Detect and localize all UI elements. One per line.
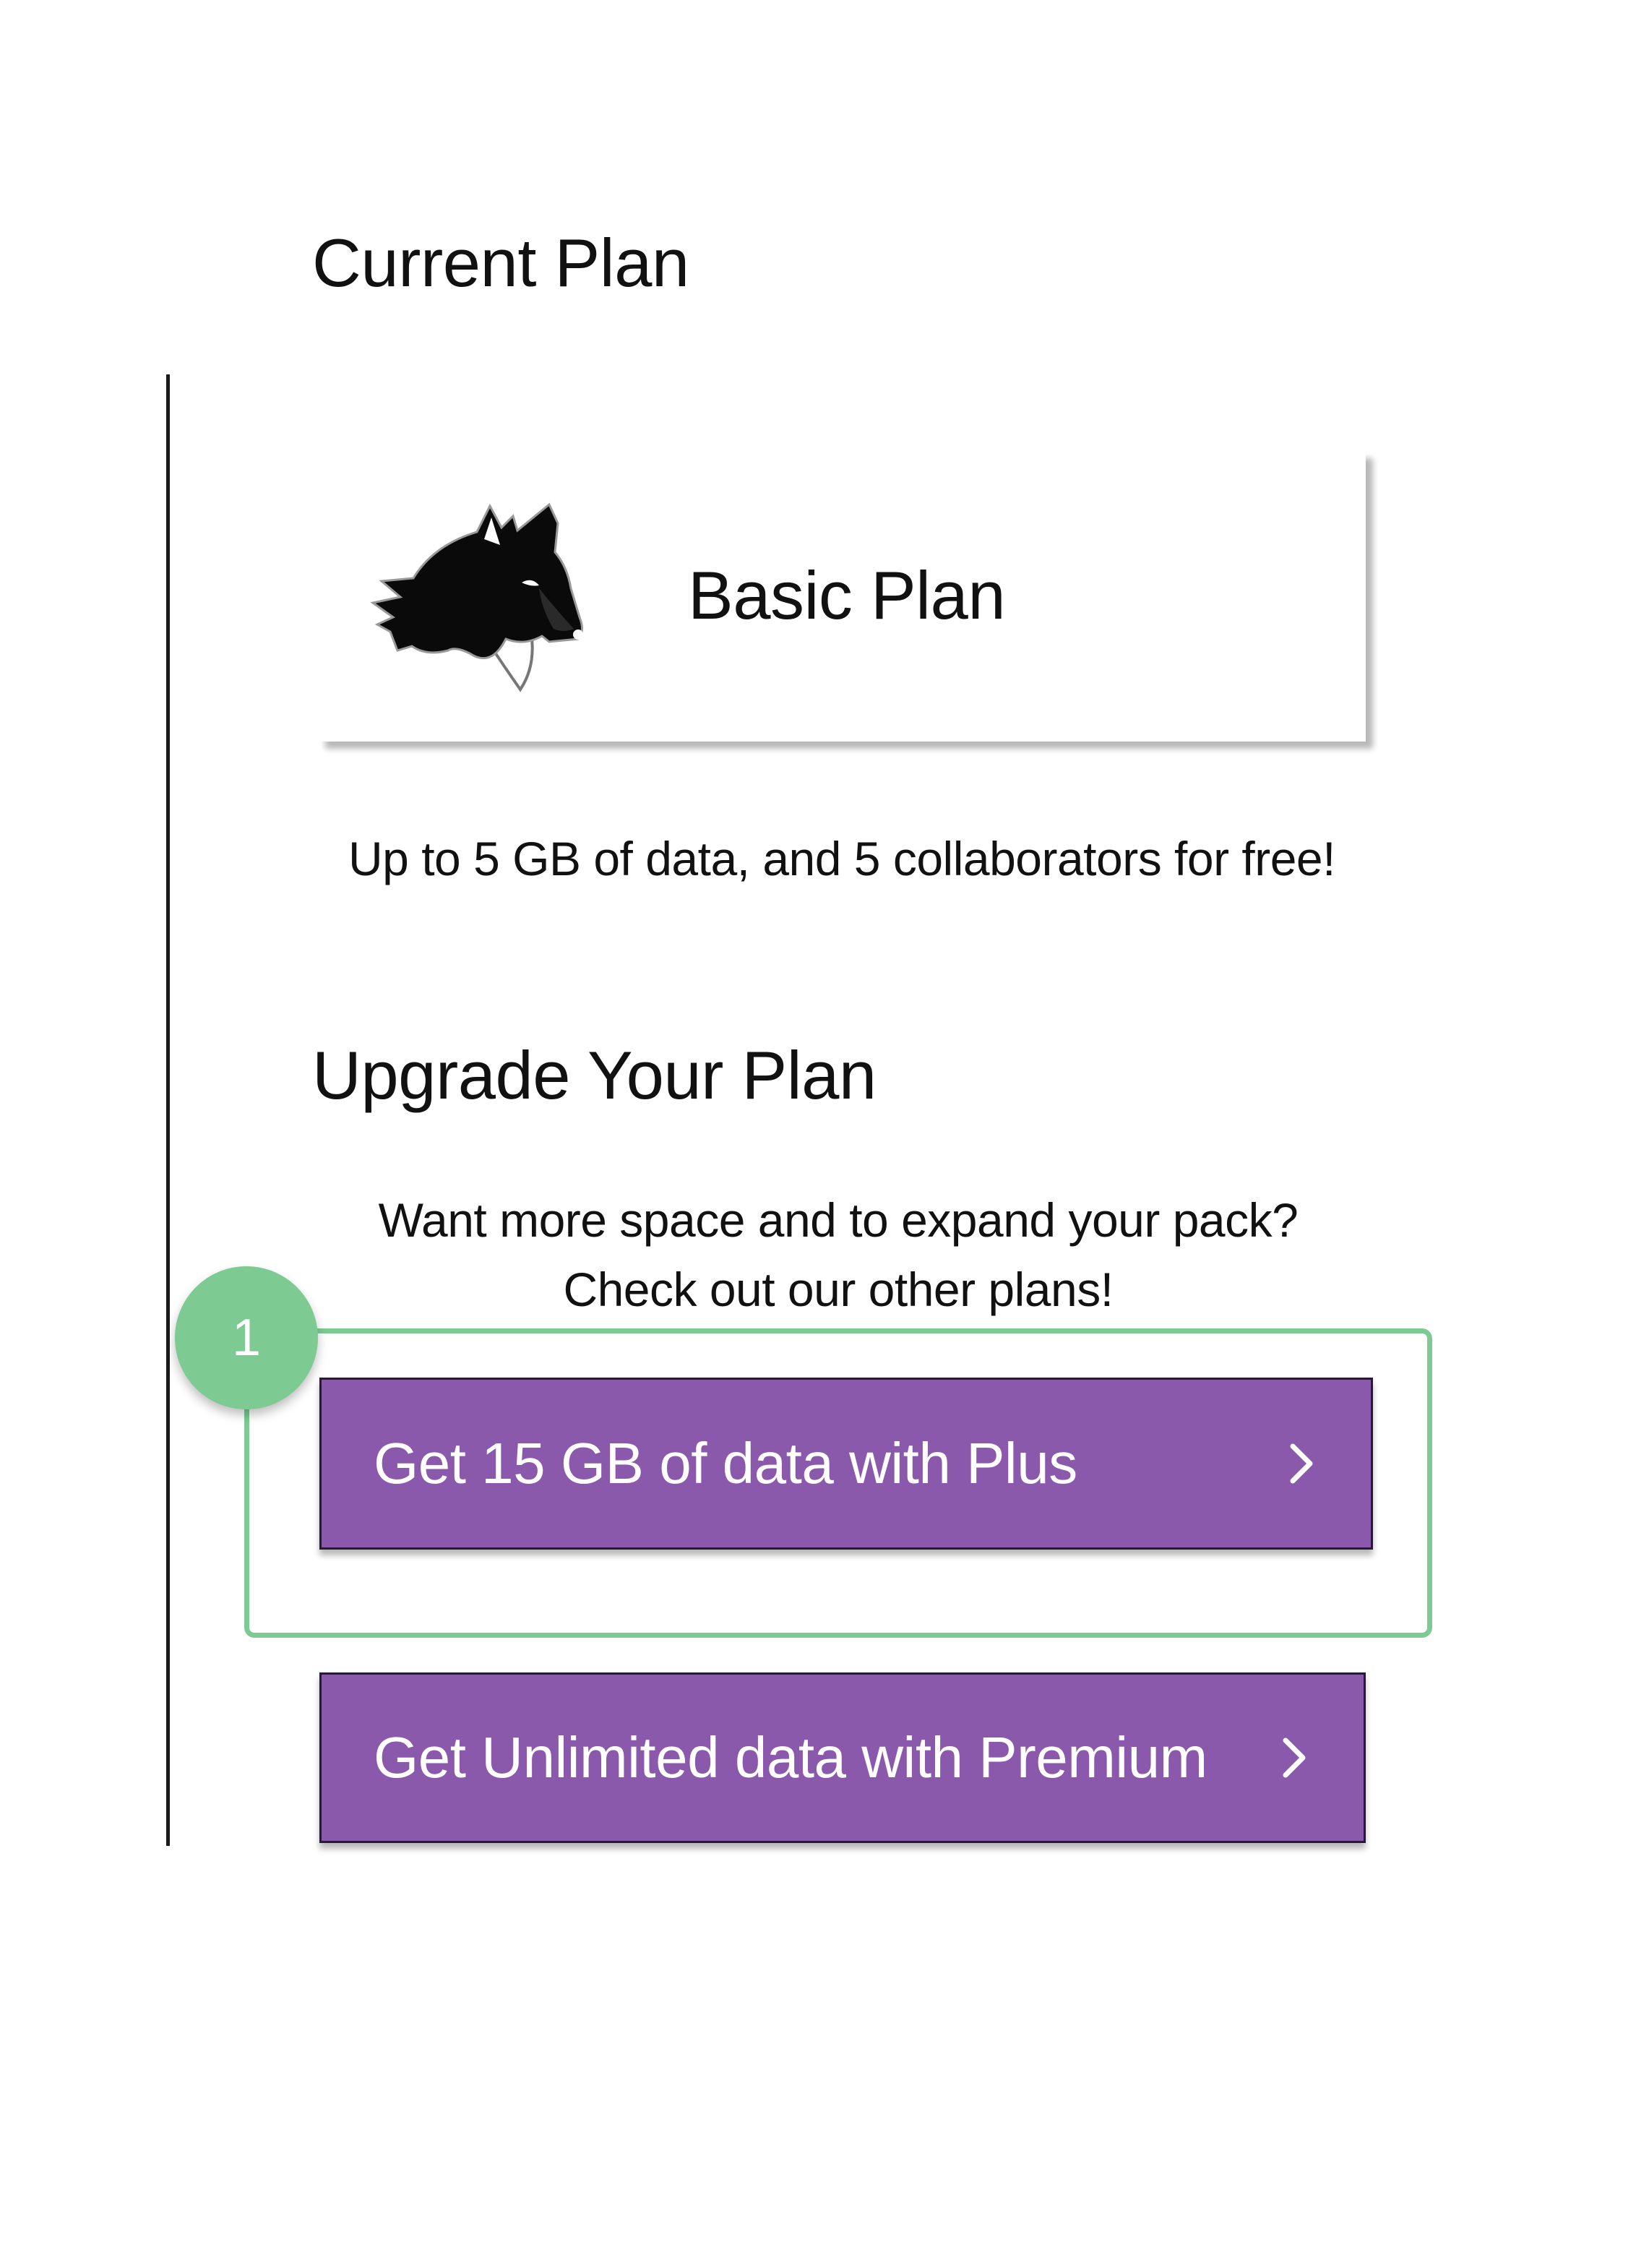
upgrade-plus-button[interactable]: Get 15 GB of data with Plus xyxy=(319,1378,1373,1550)
chevron-right-icon xyxy=(1287,1442,1316,1485)
current-plan-card: Basic Plan xyxy=(318,451,1366,742)
upgrade-description: Want more space and to expand your pack?… xyxy=(378,1193,1299,1316)
step-badge: 1 xyxy=(175,1266,318,1409)
plan-description: Up to 5 GB of data, and 5 collaborators … xyxy=(348,832,1335,885)
chevron-right-icon xyxy=(1280,1736,1309,1779)
plan-name: Basic Plan xyxy=(688,557,1006,633)
wolf-head-icon xyxy=(369,502,593,704)
timeline-divider xyxy=(166,374,170,1846)
current-plan-heading: Current Plan xyxy=(312,225,689,301)
upgrade-plus-label: Get 15 GB of data with Plus xyxy=(374,1431,1077,1495)
upgrade-premium-label: Get Unlimited data with Premium xyxy=(374,1725,1207,1790)
upgrade-premium-button[interactable]: Get Unlimited data with Premium xyxy=(319,1672,1366,1843)
upgrade-plan-heading: Upgrade Your Plan xyxy=(312,1037,877,1113)
